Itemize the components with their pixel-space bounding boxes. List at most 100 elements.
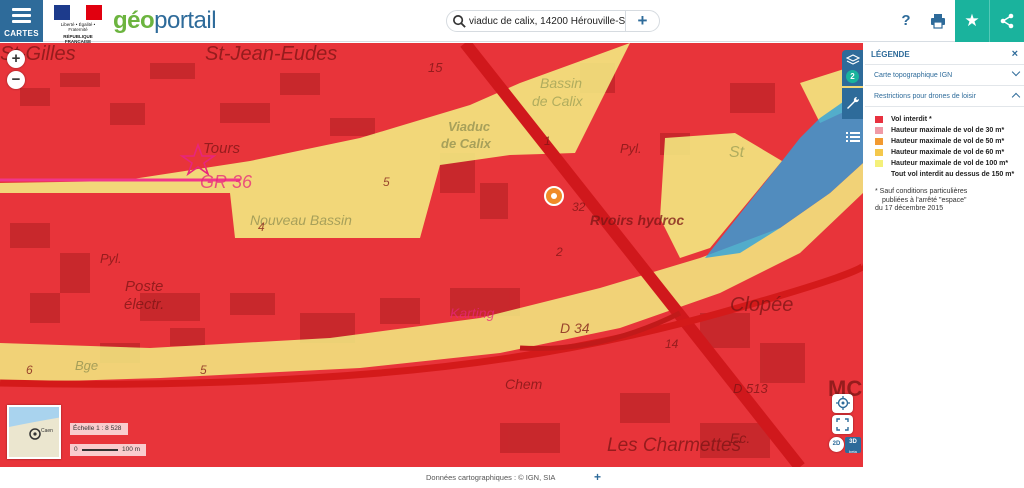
share-button[interactable]	[989, 0, 1024, 42]
svg-text:Tours: Tours	[203, 140, 240, 157]
zoom-out-button[interactable]: −	[7, 71, 25, 89]
svg-text:5: 5	[383, 175, 390, 189]
scale-max: 100 m	[122, 446, 141, 453]
legend-swatch	[875, 116, 883, 123]
legend-swatch	[875, 171, 883, 178]
legend-item: Hauteur maximale de vol de 50 m*	[875, 137, 1024, 148]
republique-francaise-logo: Liberté • Égalité • Fraternité RÉPUBLIQU…	[52, 5, 104, 44]
legend-note-line: publiées à l'arrêté "espace"	[882, 196, 967, 204]
svg-text:5: 5	[200, 363, 207, 377]
view-mode-switch: 2D 3D beta	[829, 437, 861, 454]
mode-3d-beta: beta	[849, 449, 857, 454]
legend-item: Tout vol interdit au dessus de 150 m*	[875, 170, 1024, 181]
legend-swatch	[875, 160, 883, 167]
legend-swatch	[875, 149, 883, 156]
svg-text:Rvoirs hydroc: Rvoirs hydroc	[590, 212, 684, 228]
mode-3d-label: 3D	[849, 439, 857, 445]
legend-swatch	[875, 138, 883, 145]
maps-menu-label: CARTES	[4, 29, 39, 38]
share-icon	[1000, 13, 1014, 29]
svg-text:Poste: Poste	[125, 278, 163, 295]
legend-item: Vol interdit *	[875, 115, 1024, 126]
svg-text:Karting: Karting	[450, 305, 495, 321]
legend-layer-drones[interactable]: Restrictions pour drones de loisir	[865, 86, 1024, 107]
svg-text:4: 4	[258, 220, 265, 234]
svg-text:14: 14	[665, 337, 679, 351]
svg-text:Ec.: Ec.	[730, 430, 750, 446]
attribution-bar: Données cartographiques : © IGN, SIA +	[0, 467, 1024, 488]
legend-item-label: Hauteur maximale de vol de 30 m*	[891, 127, 1005, 134]
legend-item-label: Tout vol interdit au dessus de 150 m*	[891, 171, 1015, 178]
legend-header: LÉGENDE ×	[865, 43, 1024, 65]
scale-min: 0	[74, 446, 78, 453]
svg-text:6: 6	[26, 363, 33, 377]
top-bar: CARTES Liberté • Égalité • Fraternité RÉ…	[0, 0, 1024, 44]
legend-layer-name: Carte topographique IGN	[874, 72, 953, 79]
map-view[interactable]: St-Gilles St-Jean-Eudes Bassin de Calix …	[0, 43, 863, 467]
svg-text:Bassin: Bassin	[540, 75, 582, 91]
legend-layer-name: Restrictions pour drones de loisir	[874, 93, 976, 100]
search-icon[interactable]	[452, 14, 467, 29]
zoom-in-button[interactable]: +	[7, 50, 25, 68]
chevron-up-icon	[1011, 92, 1021, 102]
scale-ratio: Échelle 1 : 8 528	[70, 423, 128, 435]
overview-minimap[interactable]: Caen	[7, 405, 61, 459]
legend-item-label: Hauteur maximale de vol de 60 m*	[891, 149, 1005, 156]
legend-note-line: du 17 décembre 2015	[875, 205, 944, 212]
legend-button[interactable]	[842, 125, 863, 149]
svg-text:Pyl.: Pyl.	[100, 251, 122, 266]
logo-part-geo: géo	[113, 7, 155, 34]
svg-text:Chem: Chem	[505, 376, 543, 392]
map-canvas[interactable]: St-Gilles St-Jean-Eudes Bassin de Calix …	[0, 43, 863, 467]
attribution-more-button[interactable]: +	[594, 470, 601, 484]
geoportail-logo[interactable]: géoportail	[113, 7, 217, 35]
geolocate-button[interactable]	[832, 394, 853, 413]
svg-text:Viaduc: Viaduc	[448, 119, 491, 134]
republique-motto: Liberté • Égalité • Fraternité	[60, 22, 96, 32]
legend-item-label: Vol interdit *	[891, 116, 932, 123]
svg-text:1: 1	[544, 134, 551, 148]
legend-title: LÉGENDE	[871, 50, 910, 59]
svg-text:Bge: Bge	[75, 358, 98, 373]
legend-item-label: Hauteur maximale de vol de 50 m*	[891, 138, 1005, 145]
list-icon	[845, 132, 860, 142]
search-add-button[interactable]: +	[625, 10, 659, 32]
print-button[interactable]	[921, 0, 955, 42]
search-input[interactable]	[469, 13, 625, 29]
legend-panel: LÉGENDE × Carte topographique IGN Restri…	[865, 43, 1024, 240]
svg-text:D 34: D 34	[560, 320, 590, 336]
minimap-city-label: Caen	[41, 428, 53, 434]
svg-text:Pyl.: Pyl.	[620, 141, 642, 156]
scale-bar: 0 100 m	[70, 444, 146, 456]
legend-close-button[interactable]: ×	[1012, 48, 1018, 60]
print-icon	[931, 14, 945, 29]
hamburger-icon	[12, 8, 31, 26]
svg-text:Les Charmettes: Les Charmettes	[607, 435, 742, 456]
svg-text:GR 36: GR 36	[200, 172, 253, 192]
mode-2d-button[interactable]: 2D	[829, 437, 844, 452]
svg-text:Nouveau Bassin: Nouveau Bassin	[250, 212, 352, 228]
tools-button[interactable]	[842, 88, 863, 119]
favorites-button[interactable]: ★	[955, 0, 989, 42]
wrench-icon	[846, 96, 859, 109]
svg-text:15: 15	[428, 60, 443, 75]
crosshair-icon	[835, 396, 850, 410]
svg-text:Clopée: Clopée	[730, 294, 793, 316]
layers-icon	[845, 54, 860, 65]
fullscreen-icon	[836, 418, 849, 431]
legend-layer-topo[interactable]: Carte topographique IGN	[865, 65, 1024, 86]
svg-text:de Calix: de Calix	[441, 136, 492, 151]
svg-text:de Calix: de Calix	[532, 93, 584, 109]
minimap-canvas: Caen	[9, 407, 59, 457]
legend-footnote: * Sauf conditions particulières publiées…	[865, 181, 1024, 214]
search-box: +	[446, 10, 660, 32]
svg-text:32: 32	[572, 200, 586, 214]
maps-menu-button[interactable]: CARTES	[0, 0, 43, 42]
legend-items: Vol interdit * Hauteur maximale de vol d…	[865, 107, 1024, 181]
svg-text:D 513: D 513	[733, 381, 768, 396]
mode-3d-button[interactable]: 3D beta	[845, 437, 861, 454]
help-button[interactable]: ?	[889, 0, 923, 42]
fullscreen-button[interactable]	[832, 415, 853, 434]
legend-item: Hauteur maximale de vol de 60 m*	[875, 148, 1024, 159]
legend-item-label: Hauteur maximale de vol de 100 m*	[891, 160, 1009, 167]
